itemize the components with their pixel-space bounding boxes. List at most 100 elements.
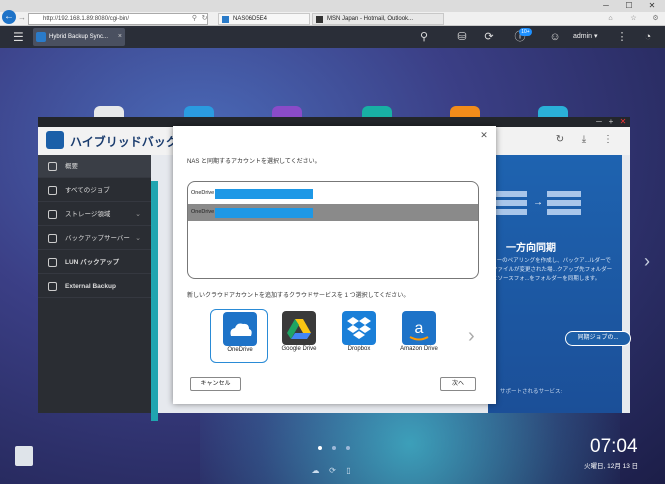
hero-footer: サポートされるサービス: bbox=[500, 389, 563, 395]
search-icon[interactable]: ⚲ bbox=[190, 14, 199, 24]
page-dot-active[interactable] bbox=[318, 446, 322, 450]
external-drive-icon bbox=[48, 282, 57, 291]
more-options-icon[interactable]: ⋮ bbox=[615, 30, 629, 44]
sync-icon[interactable]: ⟳ bbox=[328, 466, 337, 475]
service-label: Dropbox bbox=[347, 346, 371, 352]
sync-diagram-icon: → bbox=[493, 191, 588, 217]
sidebar-item-all-jobs[interactable]: すべてのジョブ bbox=[38, 179, 151, 202]
page-dot[interactable] bbox=[332, 446, 336, 450]
home-icon[interactable]: ⌂ bbox=[606, 14, 615, 24]
taskbar-app-tab[interactable]: Hybrid Backup Sync... × bbox=[33, 28, 125, 46]
download-icon[interactable]: ⤓ bbox=[578, 134, 590, 146]
minimize-button[interactable]: ─ bbox=[597, 1, 615, 11]
overview-icon bbox=[48, 162, 57, 171]
maximize-button[interactable]: ☐ bbox=[620, 1, 638, 11]
sidebar-item-label: 概要 bbox=[65, 163, 78, 170]
back-button[interactable]: ← bbox=[2, 10, 16, 24]
service-dropbox[interactable]: Dropbox bbox=[330, 309, 388, 363]
browser-tab-label: MSN Japan - Hotmail, Outlook... bbox=[327, 16, 414, 22]
browser-tab-label: NAS06D5E4 bbox=[233, 16, 268, 22]
sidebar-item-storage[interactable]: ストレージ領域 ⌄ bbox=[38, 203, 151, 226]
page-dot[interactable] bbox=[346, 446, 350, 450]
onedrive-icon bbox=[223, 312, 257, 346]
notification-badge: 10+ bbox=[519, 28, 532, 36]
recycle-bin-icon[interactable] bbox=[15, 446, 33, 466]
service-google-drive[interactable]: Google Drive bbox=[270, 309, 328, 363]
create-sync-job-button[interactable]: 同期ジョブの... bbox=[565, 331, 631, 346]
refresh-icon[interactable]: ↻ bbox=[200, 14, 209, 24]
account-type: OneDrive bbox=[191, 190, 215, 196]
service-label: Google Drive bbox=[281, 346, 317, 352]
more-icon[interactable]: ⋮ bbox=[602, 134, 614, 146]
cancel-button[interactable]: キャンセル bbox=[190, 377, 241, 391]
hybrid-backup-icon bbox=[36, 32, 46, 42]
sidebar-item-overview[interactable]: 概要 bbox=[38, 155, 151, 178]
lun-icon bbox=[48, 258, 57, 267]
sync-icon[interactable]: ⟳ bbox=[482, 30, 496, 44]
service-label: Amazon Drive bbox=[400, 346, 438, 352]
sidebar-item-label: バックアップサーバー bbox=[65, 235, 130, 242]
account-row-selected[interactable]: OneDrive bbox=[188, 204, 478, 221]
qts-desktop: ☰ Hybrid Backup Sync... × ⚲ ⛁ ⟳ ⓘ 10+ ☺ … bbox=[0, 26, 665, 484]
desktop-page-dots bbox=[314, 446, 354, 452]
hero-title: 一方向同期 bbox=[506, 243, 556, 254]
next-button[interactable]: 次へ bbox=[440, 377, 476, 391]
service-onedrive[interactable]: OneDrive bbox=[210, 309, 268, 363]
browser-tab-msn[interactable]: MSN Japan - Hotmail, Outlook... bbox=[312, 13, 444, 25]
refresh-icon[interactable]: ↻ bbox=[554, 134, 566, 146]
book-icon[interactable]: ▯ bbox=[344, 466, 353, 475]
chevron-right-icon[interactable]: › bbox=[468, 326, 475, 346]
sidebar-item-backup-server[interactable]: バックアップサーバー ⌄ bbox=[38, 227, 151, 250]
sidebar-item-lun-backup[interactable]: LUN バックアップ bbox=[38, 251, 151, 274]
nas-favicon-icon bbox=[222, 16, 229, 23]
account-redaction bbox=[215, 189, 313, 199]
account-list: OneDrive OneDrive bbox=[187, 181, 479, 279]
cloud-icon[interactable]: ☁ bbox=[311, 466, 320, 475]
close-window-button[interactable]: ✕ bbox=[643, 1, 661, 11]
content-accent-strip bbox=[151, 181, 158, 421]
browser-title-bar bbox=[0, 0, 665, 12]
account-redaction bbox=[215, 208, 313, 218]
hero-description: ...ーのペアリングを作成し、バックア...ルダーでファイルが変更された場...… bbox=[492, 258, 613, 282]
browser-chrome: ─ ☐ ✕ ← → http://192.168.1.89:8080/cgi-b… bbox=[0, 0, 665, 26]
app-logo-icon bbox=[46, 131, 64, 149]
main-menu-icon[interactable]: ☰ bbox=[13, 29, 27, 45]
account-select-dialog: ✕ NAS と同期するアカウントを選択してください。 OneDrive OneD… bbox=[173, 126, 496, 404]
amazon-drive-icon: a bbox=[402, 311, 436, 345]
user-menu[interactable]: admin ▾ bbox=[573, 30, 598, 44]
close-icon[interactable]: ✕ bbox=[479, 130, 489, 140]
dashboard-icon[interactable]: ◔ bbox=[641, 30, 655, 44]
storage-icon bbox=[48, 210, 57, 219]
restore-icon[interactable]: + bbox=[606, 117, 616, 127]
address-bar[interactable]: http://192.168.1.89:8080/cgi-bin/ bbox=[28, 13, 208, 25]
storage-icon[interactable]: ⛁ bbox=[455, 30, 469, 44]
forward-button[interactable]: → bbox=[17, 13, 27, 23]
sidebar-item-external-backup[interactable]: External Backup bbox=[38, 275, 151, 298]
desktop-bottom-icons: ☁ ⟳ ▯ bbox=[311, 466, 361, 476]
close-tab-icon[interactable]: × bbox=[118, 28, 122, 46]
minimize-icon[interactable]: ─ bbox=[594, 117, 604, 127]
service-amazon-drive[interactable]: a Amazon Drive bbox=[390, 309, 448, 363]
user-icon[interactable]: ☺ bbox=[548, 30, 562, 44]
server-icon bbox=[48, 234, 57, 243]
google-drive-icon bbox=[282, 311, 316, 345]
desktop-date: 火曜日, 12月 13 日 bbox=[584, 463, 639, 470]
jobs-icon bbox=[48, 186, 57, 195]
search-icon[interactable]: ⚲ bbox=[417, 30, 431, 44]
one-way-sync-panel: → 一方向同期 ...ーのペアリングを作成し、バックア...ルダーでファイルが変… bbox=[488, 155, 622, 413]
qts-taskbar: ☰ Hybrid Backup Sync... × ⚲ ⛁ ⟳ ⓘ 10+ ☺ … bbox=[0, 26, 665, 48]
close-icon[interactable]: ✕ bbox=[618, 117, 628, 127]
desktop-clock: 07:04 bbox=[590, 436, 638, 457]
user-name: admin bbox=[573, 33, 593, 40]
msn-favicon-icon bbox=[316, 16, 323, 23]
favorites-icon[interactable]: ☆ bbox=[629, 14, 638, 24]
sidebar-item-label: すべてのジョブ bbox=[65, 187, 110, 194]
dialog-prompt: NAS と同期するアカウントを選択してください。 bbox=[187, 159, 321, 165]
chevron-down-icon: ⌄ bbox=[135, 235, 141, 242]
taskbar-app-label: Hybrid Backup Sync... bbox=[49, 34, 109, 40]
dropbox-icon bbox=[342, 311, 376, 345]
browser-tab-nas[interactable]: NAS06D5E4 bbox=[218, 13, 310, 25]
account-row[interactable]: OneDrive bbox=[188, 185, 478, 202]
settings-gear-icon[interactable]: ⚙ bbox=[651, 14, 660, 24]
desktop-next-page-icon[interactable]: › bbox=[644, 251, 650, 272]
